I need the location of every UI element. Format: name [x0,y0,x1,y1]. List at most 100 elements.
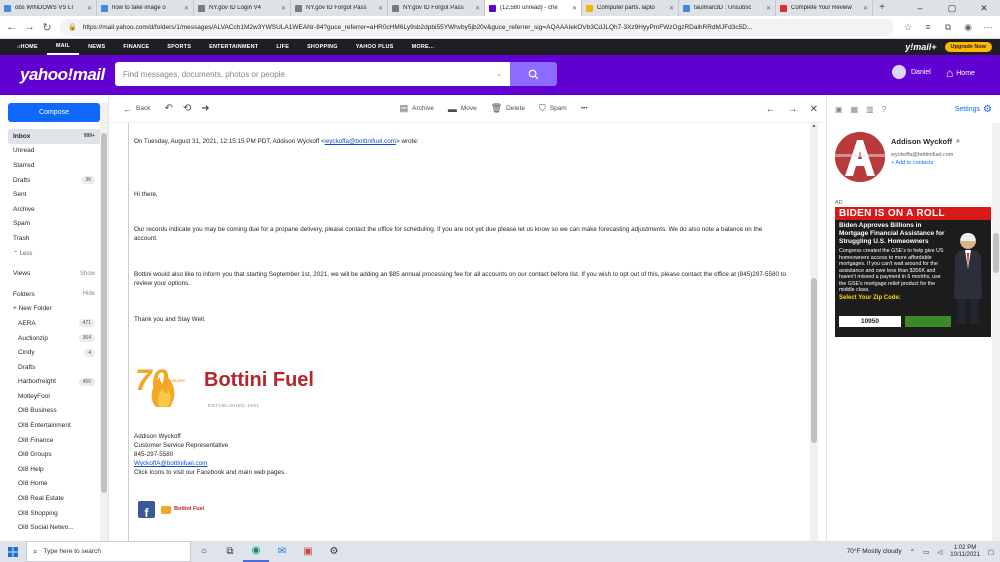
star-icon[interactable]: ☆ [902,22,914,33]
folder-cindy[interactable]: Cindy 4 [8,345,100,360]
folder-sent[interactable]: Sent [8,187,100,202]
notifications-icon[interactable]: ▢ [988,548,994,556]
more-actions-button[interactable]: ••• [581,105,588,112]
browser-tab[interactable]: Complete Your Review ✕ [776,0,873,16]
url-input[interactable]: 🔒 https://mail.yahoo.com/d/folders/1/mes… [60,18,894,36]
folder-oi8-help[interactable]: OI8 Help [8,462,100,477]
folder-aera[interactable]: AERA 471 [8,316,100,331]
close-window-icon[interactable]: ✕ [968,0,1000,16]
folder-oi8-home[interactable]: OI8 Home [8,477,100,492]
tab-close-icon[interactable]: ✕ [669,5,674,12]
minimize-icon[interactable]: – [904,0,936,16]
cortana-icon[interactable]: ○ [191,541,217,562]
browser-tab[interactable]: (12,580 unread) - che ✕ [485,0,582,16]
browser-tab[interactable]: taulman3D : Unsubsc ✕ [679,0,776,16]
folder-oi8-entertainment[interactable]: OI8 Entertainment [8,418,100,433]
new-tab-button[interactable]: + [875,2,889,13]
message-scrollbar[interactable]: ▲ [810,123,818,541]
weather-widget[interactable]: 70°F Mostly cloudy [847,548,902,555]
search-icon[interactable]: ⌕ [956,138,960,146]
folder-harborfreight[interactable]: Harborfreight 450 [8,375,100,390]
right-scrollbar[interactable] [992,123,1000,541]
tray-chevron-icon[interactable]: ⌃ [910,548,915,556]
ad-banner[interactable]: BIDEN IS ON A ROLL Biden Approves Billio… [835,207,991,337]
profile-icon[interactable]: ◉ [962,22,974,33]
browser-tab[interactable]: Computer parts, lapto ✕ [582,0,679,16]
folder-auctionzip[interactable]: Auctionzip 364 [8,331,100,346]
system-clock[interactable]: 1:02 PM 10/11/2021 [950,545,980,559]
upgrade-now-button[interactable]: Upgrade Now [944,42,992,52]
bottini-mini-logo[interactable]: Bottini Fuel [161,505,204,514]
home-link[interactable]: ⌂ Home [946,66,975,80]
folder-motleyfool[interactable]: MotleyFool [8,389,100,404]
tab-close-icon[interactable]: ✕ [281,5,286,12]
tab-close-icon[interactable]: ✕ [184,5,189,12]
tab-close-icon[interactable]: ✕ [572,5,577,12]
close-icon[interactable]: ✕ [810,104,818,115]
next-arrow-icon[interactable]: → [788,104,798,115]
tab-close-icon[interactable]: ✕ [87,5,92,12]
yahoo-nav-life[interactable]: LIFE [267,39,298,55]
search-input[interactable]: Find messages, documents, photos or peop… [115,62,510,86]
yahoo-nav-shopping[interactable]: SHOPPING [298,39,347,55]
browser-tab[interactable]: NY.gov ID Login V4 ✕ [194,0,291,16]
collections-icon[interactable]: ⧉ [942,22,954,33]
less-toggle[interactable]: ⌃ Less [8,246,100,261]
tab-close-icon[interactable]: ✕ [378,5,383,12]
notepad-icon[interactable]: ▥ [866,105,874,114]
folder-drafts[interactable]: Drafts 36 [8,173,100,188]
folder-trash[interactable]: Trash [8,231,100,246]
tab-close-icon[interactable]: ✕ [863,5,868,12]
folders-hide-toggle[interactable]: Hide [83,291,95,297]
yahoo-nav-sports[interactable]: SPORTS [158,39,200,55]
ad-go-button[interactable] [905,316,951,327]
sig-email-link[interactable]: WyckoffA@bottinifuel.com [134,460,207,467]
browser-tab[interactable]: NY.gov ID Forgot Pass ✕ [291,0,388,16]
folder-oi8-finance[interactable]: OI8 Finance [8,433,100,448]
settings-app-icon[interactable]: ⚙ [321,541,347,562]
forward-arrow-icon[interactable]: → [24,21,35,33]
views-header[interactable]: Views Show [8,266,100,281]
folder-archive[interactable]: Archive [8,202,100,217]
add-to-contacts-link[interactable]: + Add to contacts [891,160,960,166]
store-icon[interactable]: ▣ [295,541,321,562]
sidebar-scrollbar[interactable] [100,103,108,543]
calendar-icon[interactable]: ▦ [851,105,859,114]
network-icon[interactable]: ▭ [923,548,929,556]
spam-button[interactable]: ⛉ Spam [539,103,567,114]
tab-close-icon[interactable]: ✕ [766,5,771,12]
views-show-toggle[interactable]: Show [80,271,95,277]
ad-zip-input[interactable]: 10950 [839,316,901,327]
reply-all-button[interactable]: ⟲ [183,103,191,114]
chevron-down-icon[interactable]: ⌄ [496,70,502,78]
edge-browser-icon[interactable]: ◉ [243,541,269,562]
reload-icon[interactable]: ↻ [42,21,52,34]
compose-button[interactable]: Compose [8,103,100,122]
yahoo-nav-yahoo-plus[interactable]: YAHOO PLUS [347,39,403,55]
folder-spam[interactable]: Spam [8,217,100,232]
new-folder-button[interactable]: + New Folder [8,302,100,317]
mail-app-icon[interactable]: ✉ [269,541,295,562]
user-menu[interactable]: Daniel [892,65,931,79]
folder-drafts[interactable]: Drafts [8,360,100,375]
maximize-icon[interactable]: ▢ [936,0,968,16]
folder-oi8-social-netwo[interactable]: OI8 Social Netwo... [8,520,100,535]
yahoo-mail-logo[interactable]: yahoo!mail [20,65,118,85]
reply-button[interactable]: ↶ [164,103,172,114]
forward-button[interactable]: ➜ [201,103,209,114]
task-view-icon[interactable]: ⧉ [217,541,243,562]
contact-avatar[interactable] [835,132,885,182]
reading-list-icon[interactable]: ≡ [922,22,934,32]
folder-unread[interactable]: Unread [8,144,100,159]
delete-button[interactable]: 🗑 Delete [491,103,525,114]
folder-starred[interactable]: Starred [8,158,100,173]
facebook-icon[interactable]: f [138,501,155,519]
yahoo-nav-mail[interactable]: MAIL [46,39,80,55]
folder-oi8-shopping[interactable]: OI8 Shopping [8,506,100,521]
quote-email-link[interactable]: wyckoffa@bottinifuel.com [325,138,396,145]
taskbar-search[interactable]: ⌕ Type here to search [26,541,191,562]
browser-menu-icon[interactable]: ⋯ [982,22,994,33]
yahoo-nav-home[interactable]: ⌂ HOME [8,39,47,55]
folders-header[interactable]: Folders Hide [8,287,100,302]
help-icon[interactable]: ? [882,105,886,114]
